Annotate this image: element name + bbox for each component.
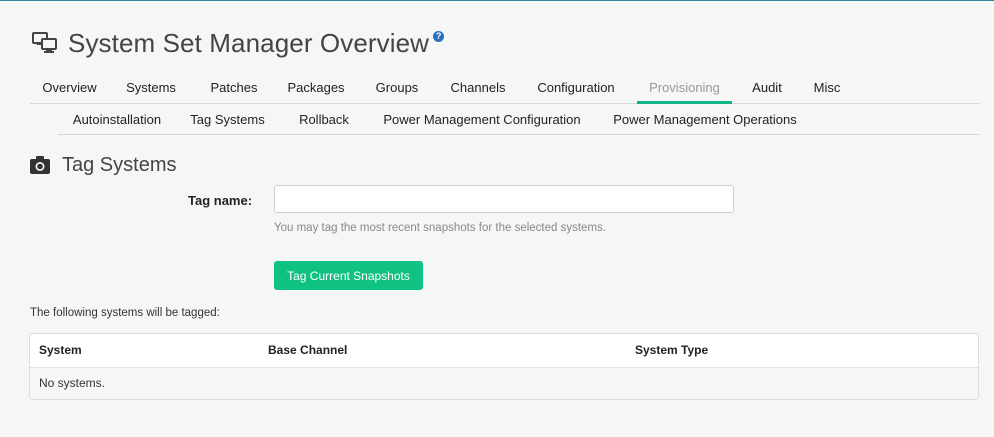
monitor-icon bbox=[32, 32, 58, 54]
systems-table: System Base Channel System Type No syste… bbox=[29, 333, 979, 400]
tab-packages[interactable]: Packages bbox=[286, 76, 346, 103]
sub-tabs: Autoinstallation Tag Systems Rollback Po… bbox=[58, 108, 980, 135]
tab-systems[interactable]: Systems bbox=[124, 76, 178, 103]
page: System Set Manager Overview ? Overview S… bbox=[0, 0, 994, 437]
camera-icon bbox=[30, 156, 50, 174]
tag-name-label: Tag name: bbox=[188, 193, 253, 208]
page-title: System Set Manager Overview bbox=[68, 27, 430, 58]
column-header-base-channel[interactable]: Base Channel bbox=[268, 334, 347, 367]
tab-channels[interactable]: Channels bbox=[449, 76, 507, 103]
subtab-tag-systems[interactable]: Tag Systems bbox=[181, 108, 274, 134]
tab-groups[interactable]: Groups bbox=[374, 76, 420, 103]
tab-provisioning[interactable]: Provisioning bbox=[637, 76, 732, 104]
section-header: Tag Systems bbox=[30, 152, 176, 178]
empty-table-message: No systems. bbox=[39, 376, 106, 390]
subtab-autoinstallation[interactable]: Autoinstallation bbox=[69, 108, 165, 134]
column-header-system-type[interactable]: System Type bbox=[635, 334, 708, 367]
column-header-system[interactable]: System bbox=[39, 334, 82, 367]
subtab-power-management-operations[interactable]: Power Management Operations bbox=[611, 108, 799, 134]
tag-name-input[interactable] bbox=[274, 185, 734, 213]
tag-help-text: You may tag the most recent snapshots fo… bbox=[274, 222, 606, 234]
tag-current-snapshots-button[interactable]: Tag Current Snapshots bbox=[274, 261, 423, 290]
tab-audit[interactable]: Audit bbox=[748, 76, 786, 103]
tab-overview[interactable]: Overview bbox=[42, 76, 97, 103]
table-header: System Base Channel System Type bbox=[30, 334, 978, 368]
subtab-rollback[interactable]: Rollback bbox=[296, 108, 352, 134]
systems-intro-text: The following systems will be tagged: bbox=[30, 307, 220, 319]
tab-misc[interactable]: Misc bbox=[810, 76, 844, 103]
tab-configuration[interactable]: Configuration bbox=[535, 76, 617, 103]
top-border bbox=[0, 0, 994, 1]
tab-patches[interactable]: Patches bbox=[210, 76, 258, 103]
main-tabs: Overview Systems Patches Packages Groups… bbox=[30, 76, 980, 104]
page-header: System Set Manager Overview ? bbox=[32, 27, 445, 58]
section-title: Tag Systems bbox=[62, 153, 177, 176]
table-row: No systems. bbox=[30, 368, 978, 399]
help-icon[interactable]: ? bbox=[433, 30, 445, 42]
subtab-power-management-configuration[interactable]: Power Management Configuration bbox=[380, 108, 584, 134]
